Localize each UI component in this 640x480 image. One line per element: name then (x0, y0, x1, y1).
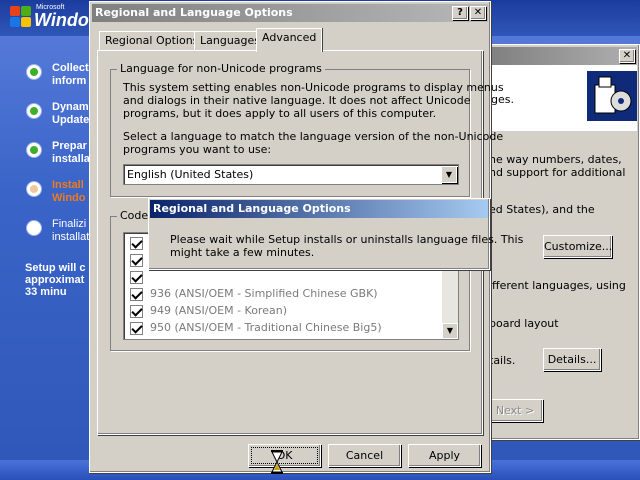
window-titlebar: ✕ (491, 47, 637, 65)
windows-logo: Microsoft Windo (10, 2, 94, 32)
hourglass-cursor-icon (271, 450, 283, 474)
step-pending-icon (26, 220, 42, 236)
code-page-label: 950 (ANSI/OEM - Traditional Chinese Big5… (150, 321, 382, 334)
popup-titlebar: Regional and Language Options (150, 200, 488, 218)
dropdown-arrow-icon[interactable]: ▼ (441, 166, 457, 183)
checkbox[interactable] (130, 305, 143, 318)
select-language-prompt: Select a language to match the language … (123, 130, 504, 156)
checkbox[interactable] (130, 271, 143, 284)
partial-text: ed States), and the (489, 203, 595, 216)
checkbox[interactable] (130, 288, 143, 301)
groupbox-title: Code (117, 209, 152, 222)
close-icon[interactable]: ✕ (619, 49, 635, 63)
next-button[interactable]: Next > (487, 399, 543, 422)
customize-button[interactable]: Customize... (543, 235, 612, 258)
step-current-icon (26, 181, 42, 197)
cancel-button[interactable]: Cancel (328, 444, 401, 467)
setup-dialog-banner: ges. (491, 65, 637, 131)
partial-text: board layout (489, 317, 559, 330)
apply-button[interactable]: Apply (408, 444, 481, 467)
checkbox[interactable] (130, 322, 143, 335)
partial-text: he way numbers, dates, (489, 153, 622, 166)
tab-regional-options[interactable]: Regional Options (99, 31, 205, 51)
tab-advanced[interactable]: Advanced (256, 28, 323, 52)
help-icon[interactable]: ? (452, 6, 468, 20)
partial-text: ifferent languages, using (489, 279, 626, 292)
step-done-icon (26, 142, 42, 158)
setup-time-remaining: Setup will c approximat 33 minu (25, 262, 86, 298)
wait-message: Please wait while Setup installs or unin… (170, 233, 524, 259)
details-button[interactable]: Details... (543, 348, 601, 371)
non-unicode-language-select[interactable]: English (United States) ▼ (123, 164, 459, 185)
windows-flag-icon (10, 6, 32, 28)
logo-text: Windo (34, 10, 89, 30)
checkbox[interactable] (130, 254, 143, 267)
window-title: Regional and Language Options (95, 6, 293, 19)
setup-progress-popup: Regional and Language Options Please wai… (148, 198, 523, 270)
checkbox[interactable] (130, 237, 143, 250)
close-icon[interactable]: ✕ (470, 6, 486, 20)
nonunicode-description: This system setting enables non-Unicode … (123, 81, 504, 120)
groupbox-title: Language for non-Unicode programs (117, 62, 325, 75)
setup-box-icon (587, 71, 637, 121)
scroll-down-icon[interactable]: ▼ (442, 323, 458, 339)
code-page-label: 936 (ANSI/OEM - Simplified Chinese GBK) (150, 287, 378, 300)
step-done-icon (26, 64, 42, 80)
ok-button[interactable]: OK (248, 444, 321, 467)
partial-text: tails. (489, 354, 516, 367)
code-page-label: 949 (ANSI/OEM - Korean) (150, 304, 287, 317)
popup-title: Regional and Language Options (153, 202, 351, 215)
window-titlebar: Regional and Language Options ? ✕ (92, 4, 488, 22)
step-done-icon (26, 103, 42, 119)
partial-text: nd support for additional (489, 166, 626, 179)
selected-language: English (United States) (127, 168, 254, 181)
